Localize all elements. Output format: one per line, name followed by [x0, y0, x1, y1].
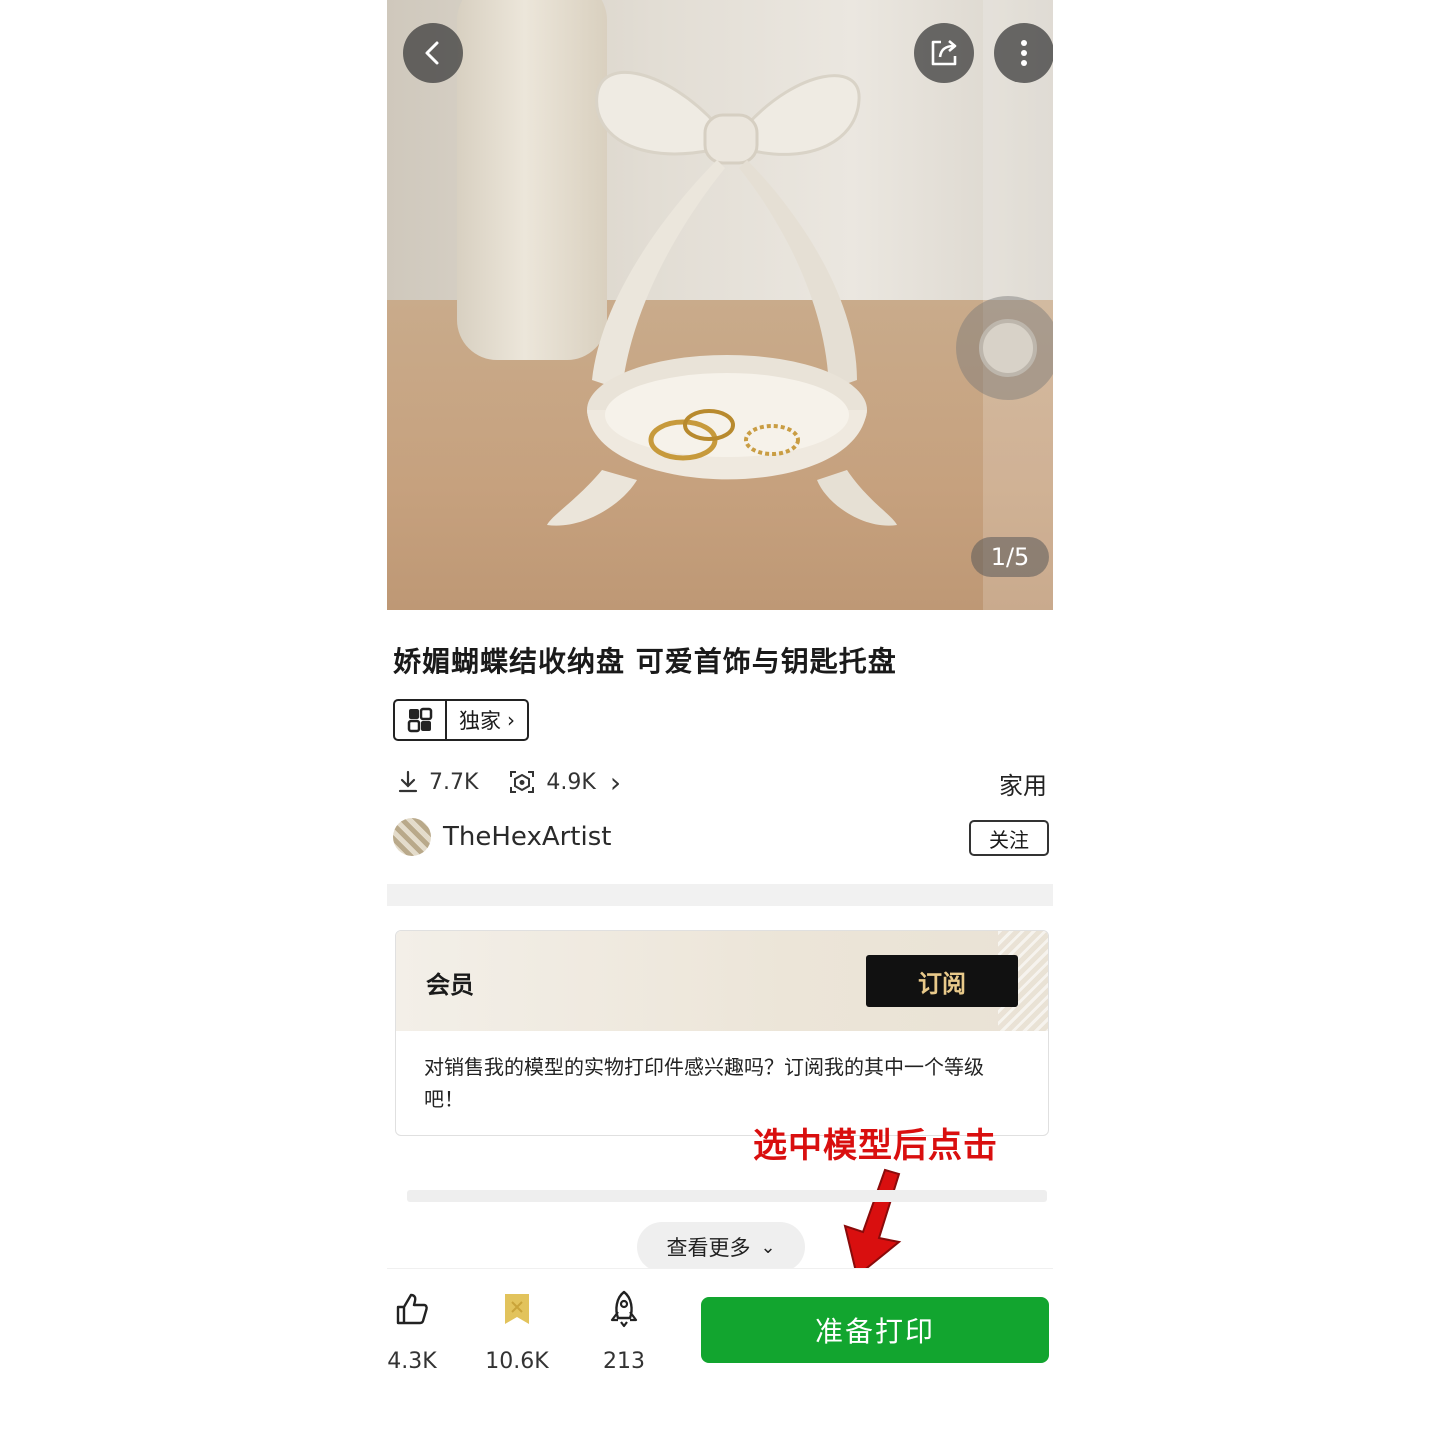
prints-stat: 4.9K [508, 769, 596, 795]
download-icon [398, 770, 418, 793]
section-divider [387, 884, 1053, 906]
model-title: 娇媚蝴蝶结收纳盘 可爱首饰与钥匙托盘 [393, 645, 897, 678]
annotation-text: 选中模型后点击 [753, 1126, 998, 1166]
image-pager: 1/5 [971, 537, 1049, 577]
share-icon [931, 40, 957, 66]
more-icon [1021, 40, 1027, 66]
annotation-arrow-icon [843, 1168, 902, 1278]
favorites-count: 10.6K [485, 1349, 549, 1374]
bottom-action-bar: 4.3K 10.6K 213 准备打印 [387, 1268, 1053, 1440]
author-profile[interactable]: TheHexArtist [393, 818, 611, 856]
downloads-count: 7.7K [429, 769, 479, 795]
prints-count: 4.9K [546, 769, 596, 795]
model-image-gallery[interactable]: 1/5 [387, 0, 1053, 610]
exclusive-badge[interactable]: 独家 › [393, 699, 529, 741]
author-name: TheHexArtist [443, 822, 612, 852]
chevron-down-icon: ⌄ [760, 1236, 776, 1258]
prepare-print-button[interactable]: 准备打印 [701, 1297, 1049, 1363]
model-stats[interactable]: 7.7K 4.9K › [397, 764, 621, 800]
badge-label: 独家 [459, 709, 501, 733]
boost-button[interactable]: 213 [584, 1287, 664, 1374]
see-more-label: 查看更多 [666, 1236, 751, 1260]
like-icon [396, 1293, 428, 1325]
likes-count: 4.3K [387, 1349, 437, 1374]
downloads-stat: 7.7K [397, 770, 478, 795]
membership-label: 会员 [426, 971, 474, 999]
brand-logo-icon [395, 701, 447, 739]
floating-assistive-ball[interactable] [956, 296, 1053, 400]
category-label[interactable]: 家用 [999, 766, 1047, 801]
phone-screen: 1/5 娇媚蝴蝶结收纳盘 可爱首饰与钥匙托盘 独家 › 7.7K 4.9K › … [387, 0, 1053, 1440]
membership-card: 会员 订阅 对销售我的模型的实物打印件感兴趣吗？订阅我的其中一个等级吧！ [395, 930, 1049, 1136]
chevron-right-icon: › [609, 765, 622, 799]
back-icon [425, 41, 439, 65]
back-button[interactable] [403, 23, 463, 83]
share-button[interactable] [914, 23, 974, 83]
print-count-icon [510, 771, 535, 793]
more-options-button[interactable] [994, 23, 1053, 83]
favorite-icon [505, 1294, 529, 1324]
see-more-button[interactable]: 查看更多 ⌄ [637, 1222, 805, 1272]
chevron-right-icon: › [507, 708, 515, 732]
follow-button[interactable]: 关注 [969, 820, 1049, 856]
boost-icon [610, 1290, 638, 1328]
avatar [393, 818, 431, 856]
boosts-count: 213 [603, 1349, 645, 1374]
subscribe-button[interactable]: 订阅 [866, 955, 1018, 1007]
bow-tray-photo [547, 71, 897, 526]
favorite-button[interactable]: 10.6K [477, 1287, 557, 1374]
like-button[interactable]: 4.3K [387, 1287, 452, 1374]
